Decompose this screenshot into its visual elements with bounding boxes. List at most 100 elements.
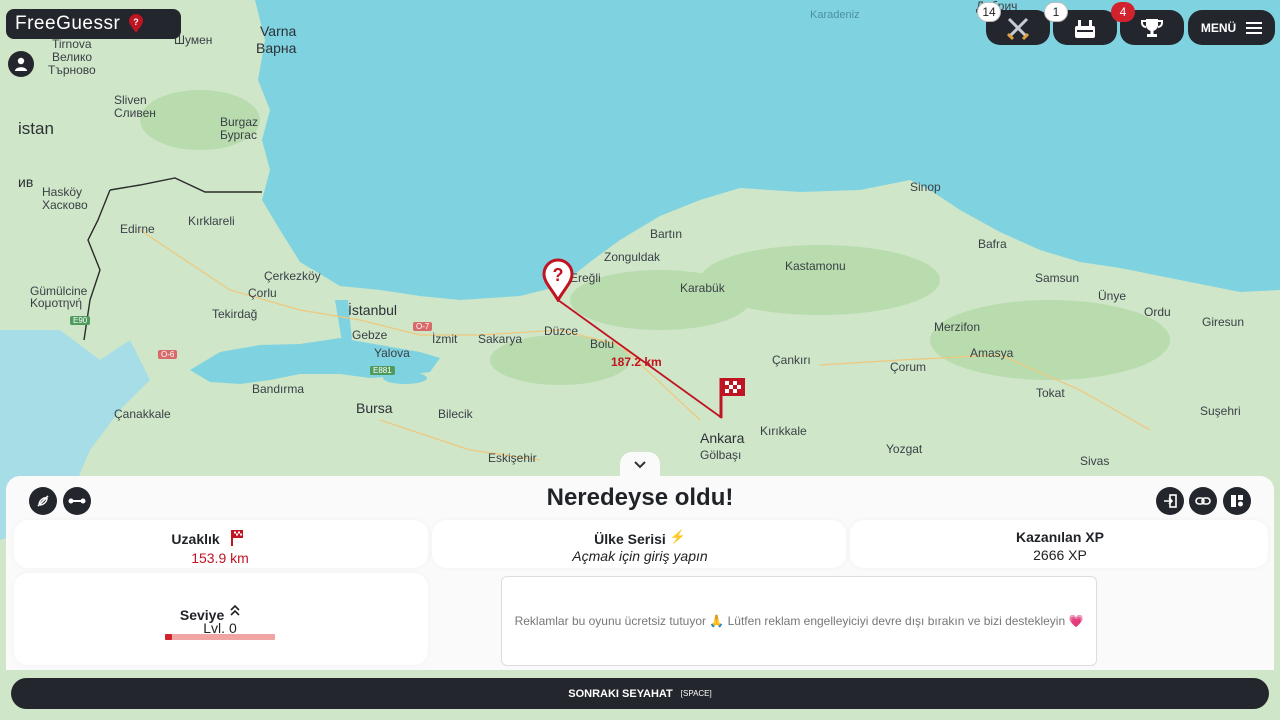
collapse-panel-button[interactable] — [620, 452, 660, 478]
road-shield: E90 — [70, 316, 91, 325]
map-label: Çanakkale — [114, 407, 171, 421]
sign-in-icon — [1164, 494, 1177, 508]
map-label: Zonguldak — [604, 250, 661, 264]
map-label: Karadeniz — [810, 9, 860, 21]
map-label: İstanbul — [348, 302, 398, 318]
map-label: Бургас — [220, 128, 257, 142]
map-label: Yozgat — [886, 442, 923, 456]
hide-map-button[interactable] — [29, 487, 57, 515]
map-label: Merzifon — [934, 320, 981, 334]
question-pin-icon: ? — [129, 14, 144, 33]
share-link-button[interactable] — [1189, 487, 1217, 515]
menu-label: MENÜ — [1200, 20, 1237, 35]
streak-label-row: Ülke Serisi ⚡ — [540, 529, 740, 547]
map-label: Sivas — [1080, 454, 1110, 468]
map-label: Tokat — [1036, 386, 1065, 400]
next-trip-shortcut: [SPACE] — [680, 689, 712, 698]
map-label: Düzce — [544, 324, 579, 338]
next-trip-label: SONRAKI SEYAHAT — [568, 687, 673, 700]
map-label: Çerkezköy — [264, 269, 321, 283]
map-label: Ünye — [1098, 289, 1127, 303]
exit-button[interactable] — [1156, 487, 1184, 515]
link-icon — [1195, 497, 1211, 505]
party-cake-icon — [1075, 19, 1095, 38]
ad-text: Reklamlar bu oyunu ücretsiz tutuyor 🙏 Lü… — [514, 614, 1084, 628]
map-label: Bartın — [650, 227, 683, 241]
map-label: Bolu — [590, 337, 615, 351]
road-shield: O-7 — [413, 322, 433, 331]
question-pin-icon[interactable]: ? — [541, 258, 575, 302]
trophy-badge: 4 — [1111, 2, 1135, 22]
map-label: Ordu — [1144, 305, 1171, 319]
map-label: Kırıkkale — [760, 424, 807, 438]
next-trip-button[interactable]: SONRAKI SEYAHAT [SPACE] — [11, 678, 1269, 709]
map-label: Varna — [260, 23, 297, 39]
map-label: Suşehri — [1200, 404, 1241, 418]
streak-value: Açmak için giriş yapın — [572, 548, 708, 564]
trophy-icon — [1141, 18, 1163, 37]
map-label: Gölbaşı — [700, 448, 742, 462]
map-pin-icon — [1231, 495, 1243, 507]
hamburger-icon — [1246, 21, 1263, 34]
road-shield: O-6 — [158, 350, 178, 359]
checkered-flag-icon — [230, 530, 243, 546]
eye-off-icon — [37, 495, 49, 507]
map-label: Bilecik — [438, 407, 473, 421]
logo[interactable]: FreeGuessr ? — [6, 9, 181, 39]
xp-value: 2666 XP — [1033, 547, 1087, 563]
measure-button[interactable] — [63, 487, 91, 515]
map-label: Κομοτηνή — [30, 296, 83, 310]
streak-label: Ülke Serisi — [594, 531, 666, 547]
map-label: Ankara — [700, 430, 745, 446]
result-title: Neredeyse oldu! — [546, 484, 734, 511]
road-shield: E881 — [370, 366, 395, 375]
map-label: Шумен — [174, 33, 213, 47]
map-label: ив — [18, 174, 34, 190]
map-label: Edirne — [120, 222, 155, 236]
map-label: Yalova — [374, 346, 410, 360]
map-label: Eskişehir — [488, 451, 537, 465]
map-label: İzmit — [432, 332, 458, 346]
map-label: Gebze — [352, 328, 388, 342]
party-badge: 1 — [1044, 2, 1068, 22]
duel-badge: 14 — [977, 2, 1001, 22]
ad-notice: Reklamlar bu oyunu ücretsiz tutuyor 🙏 Lü… — [501, 576, 1097, 666]
svg-text:?: ? — [134, 17, 140, 27]
checkered-flag-icon[interactable] — [718, 376, 748, 420]
duel-button[interactable]: 14 — [977, 2, 1050, 45]
map-label: Варна — [256, 40, 297, 56]
distance-label: Uzaklık — [171, 531, 220, 547]
map-label: Karabük — [680, 281, 725, 295]
logo-text: FreeGuessr — [15, 13, 121, 34]
chevron-down-icon — [634, 461, 646, 469]
map-label: Сливен — [114, 106, 156, 120]
trophy-button[interactable]: 4 — [1111, 2, 1184, 45]
profile-button[interactable] — [8, 51, 34, 77]
level-progress-fill — [165, 634, 172, 640]
map-label: Tekirdağ — [212, 307, 258, 321]
map-label: Sinop — [910, 180, 941, 194]
xp-label: Kazanılan XP — [1016, 529, 1104, 545]
map-label: Bafra — [978, 237, 1007, 251]
menu-button[interactable]: MENÜ — [1188, 10, 1275, 45]
map-view-button[interactable] — [1223, 487, 1251, 515]
map-label: Bursa — [356, 400, 393, 416]
map-label: Çorlu — [248, 286, 277, 300]
level-progress-bar — [165, 634, 275, 640]
map-label: Samsun — [1035, 271, 1080, 285]
map-label: istan — [18, 119, 54, 138]
map-label: Amasya — [970, 346, 1014, 360]
map-label: Търново — [48, 63, 96, 77]
map-label: Bandırma — [252, 382, 305, 396]
ruler-line-icon — [68, 498, 86, 504]
user-icon — [15, 57, 27, 71]
map-label: Kırklareli — [188, 214, 235, 228]
svg-text:?: ? — [553, 265, 564, 285]
map-label: Giresun — [1202, 315, 1245, 329]
party-button[interactable]: 1 — [1044, 2, 1117, 45]
map-label: Sakarya — [478, 332, 523, 346]
crossed-swords-icon — [1006, 17, 1030, 40]
map-label: Çorum — [890, 360, 927, 374]
map-distance-label: 187.2 km — [611, 355, 662, 369]
double-chevron-up-icon — [230, 604, 240, 616]
